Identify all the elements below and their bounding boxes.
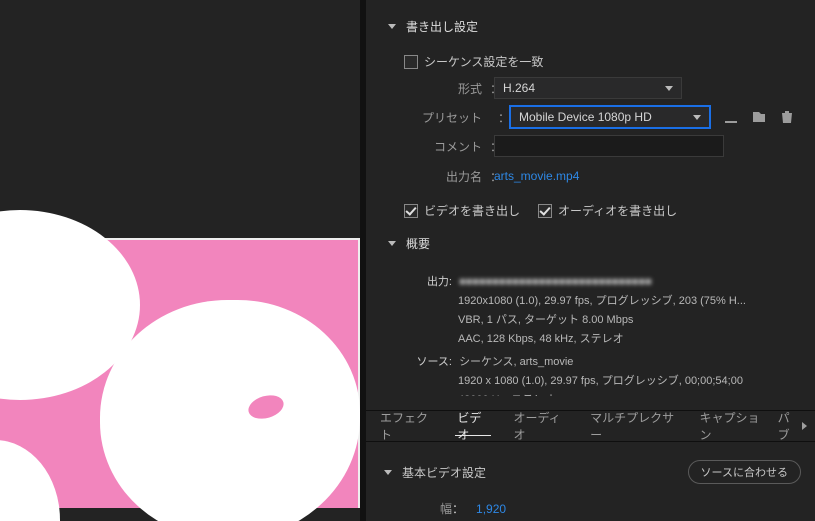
summary-source-line3: 48000 Hz, ステレオ [458,392,801,396]
summary-output-line2: 1920x1080 (1.0), 29.97 fps, プログレッシブ, 203… [458,293,801,310]
summary-title: 概要 [406,235,430,252]
comment-input[interactable] [494,135,724,157]
chevron-down-icon [693,115,701,120]
comment-label: コメント [410,138,490,155]
output-name-label: 出力名 [410,168,490,185]
trash-icon [779,109,795,125]
width-label: 幅 [416,500,452,517]
export-audio-checkbox[interactable]: オーディオを書き出し [538,202,677,219]
format-value: H.264 [503,81,535,95]
output-name-link[interactable]: arts_movie.mp4 [494,169,579,183]
checkbox-icon [404,55,418,69]
export-video-checkbox[interactable]: ビデオを書き出し [404,202,520,219]
summary-source-line2: 1920 x 1080 (1.0), 29.97 fps, プログレッシブ, 0… [458,373,801,390]
preview-pane [0,0,360,521]
format-select[interactable]: H.264 [494,77,682,99]
match-source-button[interactable]: ソースに合わせる [688,460,801,484]
chevron-down-icon [388,24,396,29]
chevron-down-icon [384,470,392,475]
chevron-right-icon [802,422,807,430]
summary-output-path: ■■■■■■■■■■■■■■■■■■■■■■■■■■■■■ [459,276,652,288]
checkbox-checked-icon [404,204,418,218]
match-sequence-label: シーケンス設定を一致 [424,53,543,70]
basic-video-settings-header[interactable]: 基本ビデオ設定 ソースに合わせる [376,446,805,494]
tab-overflow[interactable]: パブ [778,409,811,443]
preset-value: Mobile Device 1080p HD [519,110,652,124]
settings-pane: 書き出し設定 シーケンス設定を一致 形式 ： H.264 プリセット ： [366,0,815,521]
preview-image [0,238,360,508]
save-preset-button[interactable] [722,108,740,126]
tab-audio[interactable]: オーディオ [503,410,576,442]
preset-select[interactable]: Mobile Device 1080p HD [510,106,710,128]
summary-output-line3: VBR, 1 パス, ターゲット 8.00 Mbps [458,312,801,329]
match-sequence-checkbox[interactable]: シーケンス設定を一致 [404,53,543,70]
export-video-label: ビデオを書き出し [424,202,520,219]
export-audio-label: オーディオを書き出し [558,202,677,219]
import-icon [751,109,767,125]
import-preset-button[interactable] [750,108,768,126]
tab-bar: エフェクト ビデオ オーディオ マルチプレクサー キャプション パブ [366,410,815,442]
export-settings-title: 書き出し設定 [406,18,478,35]
chevron-down-icon [665,86,673,91]
tab-publish: パブ [778,409,798,443]
chevron-down-icon [388,241,396,246]
delete-preset-button[interactable] [778,108,796,126]
width-value[interactable]: 1,920 [476,502,506,516]
tab-video[interactable]: ビデオ [447,410,499,442]
tab-multiplexer[interactable]: マルチプレクサー [580,410,685,442]
summary-source-label: ソース: [410,354,452,371]
tab-effects[interactable]: エフェクト [370,410,443,442]
summary-output-line4: AAC, 128 Kbps, 48 kHz, ステレオ [458,331,801,348]
checkbox-checked-icon [538,204,552,218]
summary-header[interactable]: 概要 [380,223,801,264]
download-icon [723,109,739,125]
tab-captions[interactable]: キャプション [690,410,774,442]
export-settings-header[interactable]: 書き出し設定 [380,0,801,47]
summary-output-label: 出力: [410,274,452,291]
format-label: 形式 [410,80,490,97]
preset-label: プリセット [410,109,490,126]
summary-source-line1: シーケンス, arts_movie [459,356,573,368]
summary-block: 出力: ■■■■■■■■■■■■■■■■■■■■■■■■■■■■■ 1920x1… [410,274,801,396]
basic-video-settings-title: 基本ビデオ設定 [402,464,486,481]
